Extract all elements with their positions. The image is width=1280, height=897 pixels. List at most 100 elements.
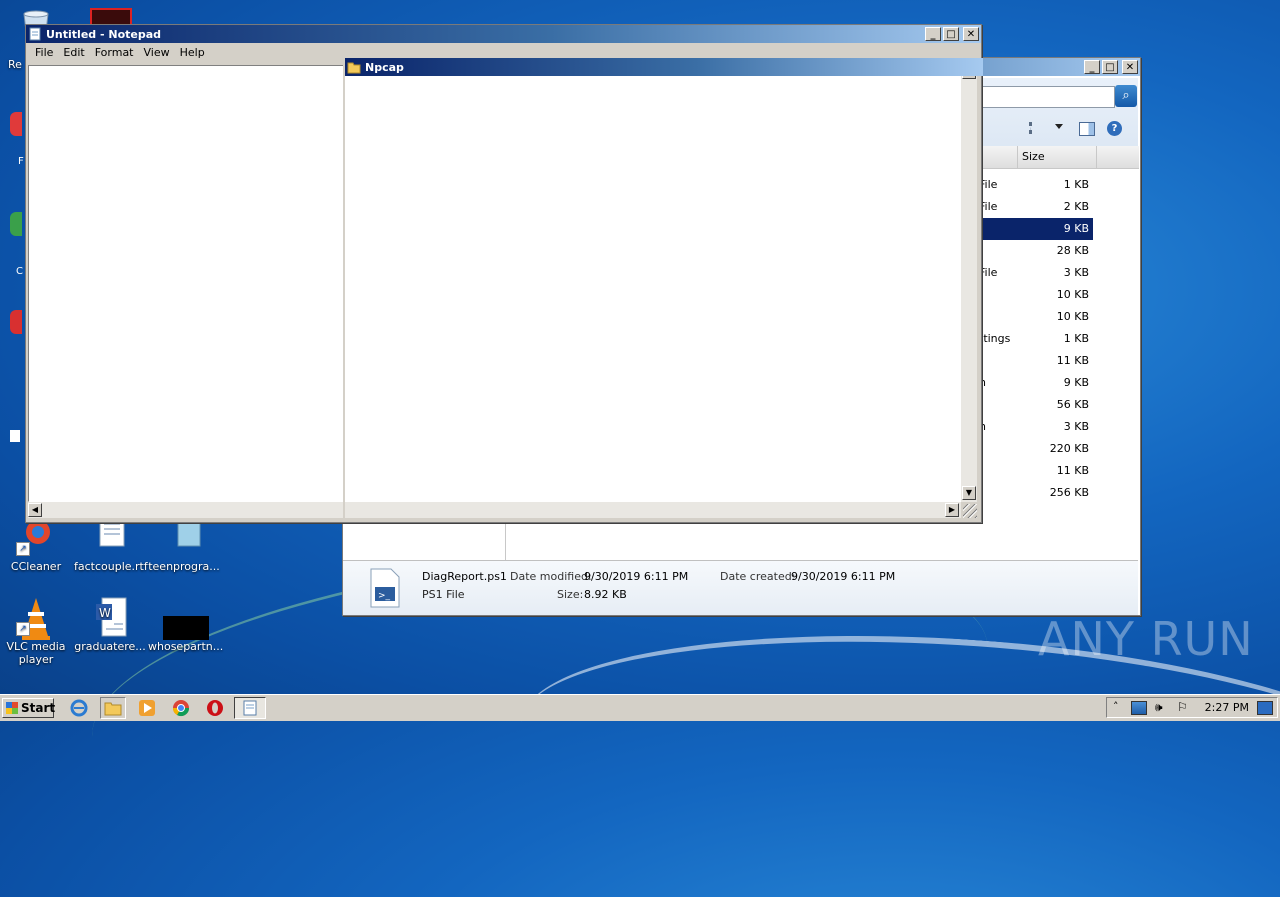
close-button[interactable]: ✕ (1122, 60, 1138, 74)
notepad-title: Untitled - Notepad (46, 27, 162, 41)
clock[interactable]: 2:27 PM (1205, 698, 1249, 717)
details-pane: >_ DiagReport.ps1 PS1 File Date modified… (343, 560, 1138, 615)
file-size: 256 KB (1049, 486, 1089, 499)
notepad-titlebar[interactable]: Untitled - Notepad _ □ ✕ (26, 25, 981, 43)
details-filetype: PS1 File (422, 588, 465, 601)
network-icon[interactable] (1131, 701, 1147, 715)
file-row[interactable]: File 3 KB (979, 262, 1093, 284)
file-size: 9 KB (1063, 376, 1089, 389)
scroll-left-button[interactable]: ◀ (28, 503, 42, 517)
volume-icon[interactable]: 🕪 (1155, 700, 1163, 715)
maximize-button[interactable]: □ (943, 27, 959, 41)
file-size: 3 KB (1063, 266, 1089, 279)
system-tray: ˄ 🕪 ⚐ 2:27 PM (1106, 697, 1278, 718)
menu-help[interactable]: Help (175, 46, 210, 59)
file-row[interactable]: 256 KB (979, 482, 1093, 504)
file-row[interactable]: n3 KB (979, 416, 1093, 438)
file-row[interactable]: File 1 KB (979, 174, 1093, 196)
preview-pane-icon[interactable] (1079, 122, 1095, 136)
search-input[interactable] (973, 86, 1115, 108)
shortcut-arrow-icon: ↗ (16, 622, 30, 636)
file-row[interactable]: 220 KB (979, 438, 1093, 460)
internet-explorer-icon[interactable] (70, 699, 88, 717)
file-row[interactable]: 10 KB (979, 284, 1093, 306)
file-size: 1 KB (1063, 332, 1089, 345)
file-size: 56 KB (1056, 398, 1089, 411)
menu-format[interactable]: Format (90, 46, 139, 59)
date-created-label: Date created: (720, 570, 796, 583)
menu-file[interactable]: File (30, 46, 58, 59)
file-size: 9 KB (1063, 222, 1089, 235)
desktop-icon-label: teenprogra... (148, 560, 220, 573)
npcap-window-overlay[interactable]: Npcap (343, 58, 983, 521)
file-row[interactable]: 10 KB (979, 306, 1093, 328)
chevron-down-icon[interactable] (1055, 124, 1063, 129)
desktop-icon-ccleaner[interactable]: ↗ CCleaner (0, 516, 72, 573)
opera-icon[interactable] (206, 699, 224, 717)
svg-text:>_: >_ (378, 591, 391, 601)
view-options-icon[interactable] (1029, 122, 1046, 134)
search-icon[interactable]: ⌕ (1115, 85, 1137, 107)
file-list: File 1 KB File 2 KB 9 KB 28 KB File 3 KB 10… (979, 174, 1097, 514)
file-row[interactable]: 56 KB (979, 394, 1093, 416)
show-hidden-icons-icon[interactable]: ˄ (1113, 700, 1119, 713)
desktop-icon-graduatere[interactable]: W graduatere... (74, 596, 146, 653)
file-size: 11 KB (1056, 464, 1089, 477)
help-icon[interactable]: ? (1107, 121, 1122, 136)
desktop-icon-label: whosepartn... (148, 640, 224, 653)
file-row[interactable]: 11 KB (979, 350, 1093, 372)
npcap-overlay-titlebar[interactable]: Npcap (345, 58, 983, 76)
file-size: 28 KB (1056, 244, 1089, 257)
action-center-flag-icon[interactable]: ⚐ (1177, 700, 1188, 714)
desktop-icon-label: factcouple.rtf (74, 560, 148, 573)
desktop-icon-teenprogra[interactable]: teenprogra... (148, 516, 220, 573)
desktop-icon-partial-3[interactable] (10, 310, 24, 340)
size-value: 8.92 KB (584, 588, 627, 601)
ps1-file-icon: >_ (367, 567, 403, 609)
chrome-icon[interactable] (172, 699, 190, 717)
file-explorer-icon[interactable] (100, 697, 126, 719)
close-button[interactable]: ✕ (963, 27, 979, 41)
desktop-icon-partial-4[interactable] (10, 430, 24, 460)
menu-edit[interactable]: Edit (58, 46, 89, 59)
desktop-icon-factcouple[interactable]: factcouple.rtf (74, 515, 148, 573)
show-desktop-icon[interactable] (1257, 701, 1273, 715)
recycle-bin-label: Re (8, 58, 22, 71)
file-size: 220 KB (1049, 442, 1089, 455)
minimize-button[interactable]: _ (925, 27, 941, 41)
svg-text:W: W (99, 606, 111, 620)
maximize-button[interactable]: □ (1102, 60, 1118, 74)
npcap-overlay-title: Npcap (365, 60, 404, 74)
file-row[interactable]: ttings 1 KB (979, 328, 1093, 350)
anyrun-watermark: ANY RUN (1038, 612, 1254, 666)
file-row-selected[interactable]: 9 KB (979, 218, 1093, 240)
size-label: Size: (557, 588, 584, 601)
file-row[interactable]: 11 KB (979, 460, 1093, 482)
npcap-overlay-body (345, 76, 961, 501)
file-size: 1 KB (1063, 178, 1089, 191)
desktop-icon-partial-1[interactable]: F (10, 112, 24, 167)
minimize-button[interactable]: _ (1084, 60, 1100, 74)
start-button[interactable]: Start (2, 698, 55, 718)
file-row[interactable]: File 2 KB (979, 196, 1093, 218)
file-type: ttings (979, 332, 1011, 345)
file-row[interactable]: n9 KB (979, 372, 1093, 394)
partial-label-2: C (16, 266, 23, 277)
file-size: 2 KB (1063, 200, 1089, 213)
desktop-icon-label: VLC media player (6, 640, 66, 666)
desktop-icon-partial-2[interactable]: C (10, 212, 24, 277)
word-document-icon: W (90, 596, 130, 637)
partial-label-1: F (18, 156, 24, 167)
notepad-taskbar-icon[interactable] (234, 697, 266, 719)
windows-logo-icon (6, 702, 18, 714)
black-thumbnail-icon (163, 596, 209, 640)
notepad-icon (28, 27, 42, 41)
vlc-cone-icon: ↗ (16, 596, 56, 640)
file-row[interactable]: 28 KB (979, 240, 1093, 262)
folder-icon (347, 60, 361, 74)
desktop-icon-whosepartn[interactable]: whosepartn... (148, 596, 224, 653)
desktop-icon-vlc[interactable]: ↗ VLC media player (0, 596, 72, 666)
column-size[interactable]: Size (1017, 146, 1097, 168)
menu-view[interactable]: View (139, 46, 175, 59)
media-player-icon[interactable] (138, 699, 156, 717)
